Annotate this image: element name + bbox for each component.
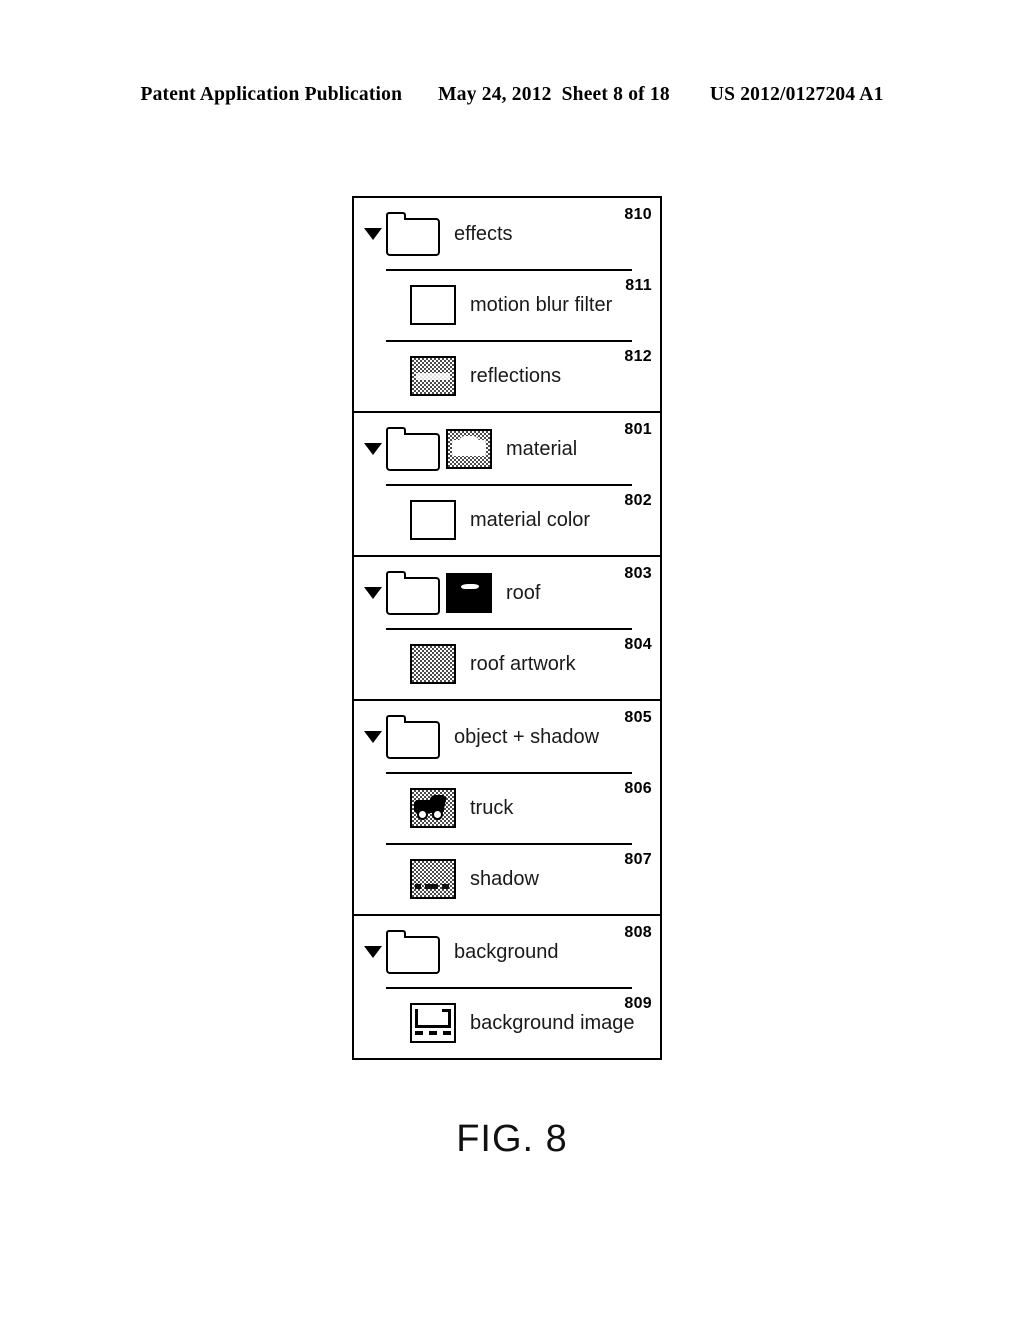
- reference-numeral: 807: [624, 851, 652, 868]
- layer-row[interactable]: object + shadow 805: [354, 701, 660, 772]
- reference-numeral: 802: [624, 492, 652, 509]
- layer-row[interactable]: shadow 807: [354, 843, 660, 914]
- reference-numeral: 810: [624, 206, 652, 223]
- layer-label: truck: [470, 796, 514, 819]
- layer-thumbnail[interactable]: [410, 643, 456, 684]
- background-dashed-art: [414, 1030, 452, 1035]
- folder-icon[interactable]: [386, 714, 440, 759]
- layer-label: material: [506, 437, 578, 460]
- layer-thumbnail[interactable]: [410, 355, 456, 396]
- layer-label: roof artwork: [470, 652, 576, 675]
- layer-thumbnail[interactable]: [410, 284, 456, 325]
- shadow-dash-art: [425, 883, 439, 889]
- roof-shape-art: [460, 583, 479, 590]
- triangle-down-icon[interactable]: [362, 557, 384, 628]
- sheet-number: Sheet 8 of 18: [561, 84, 670, 105]
- triangle-down-icon[interactable]: [362, 916, 384, 987]
- layer-row[interactable]: effects 810: [354, 198, 660, 269]
- layer-row[interactable]: truck 806: [354, 772, 660, 843]
- layer-row[interactable]: reflections 812: [354, 340, 660, 411]
- reflection-band-art: [416, 373, 450, 381]
- shadow-dash-art: [414, 883, 422, 889]
- truck-wheel-front-art: [417, 809, 429, 821]
- reference-numeral: 801: [624, 421, 652, 438]
- layer-group: material 801 material color 802: [354, 411, 660, 555]
- reference-numeral: 812: [624, 348, 652, 365]
- layer-row[interactable]: material color 802: [354, 484, 660, 555]
- reference-numeral: 808: [624, 924, 652, 941]
- layer-row[interactable]: background 808: [354, 916, 660, 987]
- layer-row[interactable]: roof artwork 804: [354, 628, 660, 699]
- background-notch-art: [417, 1007, 443, 1012]
- folder-icon[interactable]: [386, 426, 440, 471]
- triangle-down-icon[interactable]: [362, 198, 384, 269]
- publication-label: Patent Application Publication: [140, 84, 403, 105]
- layer-group: roof 803 roof artwork 804: [354, 555, 660, 699]
- folder-icon[interactable]: [386, 570, 440, 615]
- reference-numeral: 811: [625, 277, 652, 294]
- layer-label: material color: [470, 508, 591, 531]
- layer-thumbnail[interactable]: [410, 499, 456, 540]
- folder-icon[interactable]: [386, 929, 440, 974]
- layer-row[interactable]: motion blur filter 811: [354, 269, 660, 340]
- layer-label: effects: [454, 222, 513, 245]
- truck-wheel-rear-art: [431, 809, 443, 821]
- patent-header: Patent Application Publication May 24, 2…: [0, 84, 1024, 106]
- folder-icon[interactable]: [386, 211, 440, 256]
- layer-group: effects 810 motion blur filter 811 reflectio…: [354, 198, 660, 411]
- triangle-down-icon[interactable]: [362, 413, 384, 484]
- layer-thumbnail[interactable]: [410, 858, 456, 899]
- reference-numeral: 805: [624, 709, 652, 726]
- layer-group: object + shadow 805 truck 806 shadow 807: [354, 699, 660, 914]
- figure-caption: FIG. 8: [456, 1118, 568, 1160]
- layer-thumbnail[interactable]: [410, 1002, 456, 1043]
- reference-numeral: 803: [624, 565, 652, 582]
- layer-label: motion blur filter: [470, 293, 613, 316]
- layer-thumbnail[interactable]: [410, 787, 456, 828]
- reference-numeral: 809: [624, 995, 652, 1012]
- layer-thumbnail[interactable]: [446, 572, 492, 613]
- layer-label: object + shadow: [454, 725, 600, 748]
- triangle-down-icon[interactable]: [362, 701, 384, 772]
- layer-row[interactable]: roof 803: [354, 557, 660, 628]
- layer-label: reflections: [470, 364, 562, 387]
- layer-label: roof: [506, 581, 541, 604]
- layer-row[interactable]: background image 809: [354, 987, 660, 1058]
- patent-number: US 2012/0127204 A1: [709, 84, 884, 105]
- reference-numeral: 804: [624, 636, 652, 653]
- layer-panel: effects 810 motion blur filter 811 reflectio…: [352, 196, 662, 1060]
- layer-group: background 808 background image 809: [354, 914, 660, 1058]
- reference-numeral: 806: [624, 780, 652, 797]
- shadow-dash-art: [442, 883, 449, 889]
- publication-date: May 24, 2012: [438, 84, 552, 105]
- material-body-art: [452, 439, 486, 456]
- layer-thumbnail[interactable]: [446, 428, 492, 469]
- background-outline-art: [415, 1008, 451, 1029]
- layer-label: background image: [470, 1011, 635, 1034]
- layer-label: shadow: [470, 867, 539, 890]
- layer-label: background: [454, 940, 559, 963]
- layer-row[interactable]: material 801: [354, 413, 660, 484]
